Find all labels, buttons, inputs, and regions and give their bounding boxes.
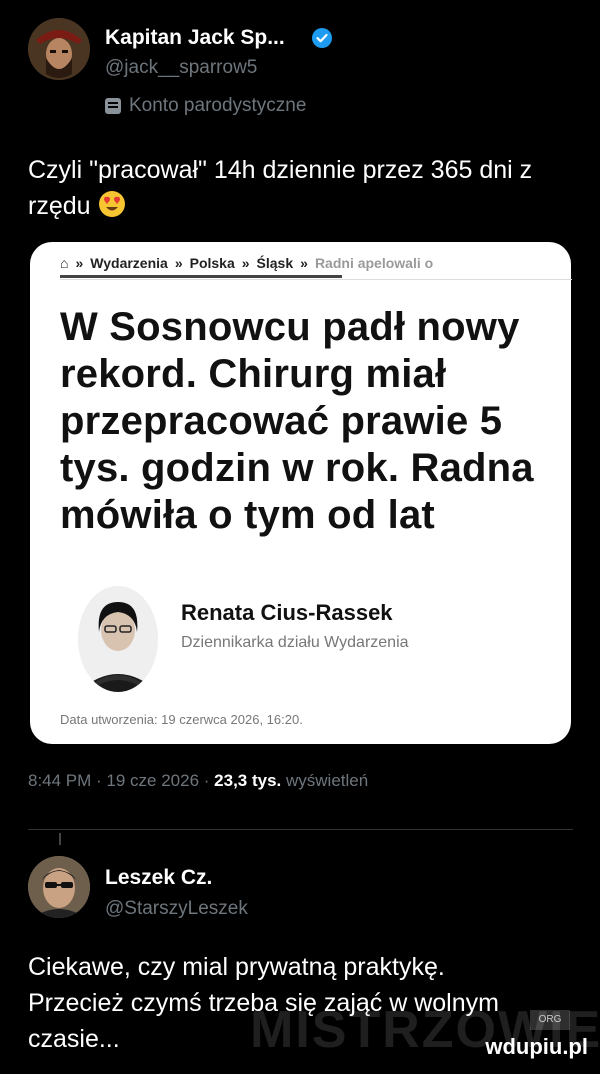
parody-label-text: Konto parodystyczne xyxy=(129,95,307,116)
author-handle[interactable]: @StarszyLeszek xyxy=(105,898,248,920)
parody-icon xyxy=(105,98,121,114)
watermark-org: ORG xyxy=(530,1010,570,1030)
tweet-text-word: rzędu xyxy=(28,192,91,220)
journalist-photo xyxy=(78,586,158,692)
view-count: 23,3 tys. xyxy=(214,771,282,790)
breadcrumb-item: Wydarzenia xyxy=(90,255,168,271)
tweet-text-line: rzędu xyxy=(28,188,588,224)
divider xyxy=(28,829,573,830)
avatar[interactable] xyxy=(28,18,90,80)
author-handle[interactable]: @jack__sparrow5 xyxy=(105,57,257,79)
breadcrumb-item: Śląsk xyxy=(256,255,294,271)
breadcrumb-current: Radni apelowali o xyxy=(314,255,434,271)
headline-line: tys. godzin w rok. Radna xyxy=(60,446,534,490)
author-name[interactable]: Kapitan Jack Sp... xyxy=(105,26,285,50)
journalist-name: Renata Cius-Rassek xyxy=(181,600,393,625)
breadcrumb-separator: » xyxy=(241,255,250,271)
avatar-image xyxy=(28,18,90,80)
article-headline: W Sosnowcu padł nowy rekord. Chirurg mia… xyxy=(60,304,565,539)
breadcrumb-separator: » xyxy=(300,255,308,271)
headline-line: rekord. Chirurg miał xyxy=(60,352,447,396)
site-watermark: wdupiu.pl xyxy=(485,1034,588,1059)
home-icon: ⌂ xyxy=(60,255,69,271)
breadcrumb-underline xyxy=(60,275,342,278)
tweet-timestamp[interactable]: 8:44 PM · 19 cze 2026 · xyxy=(28,771,214,790)
headline-line: mówiła o tym od lat xyxy=(60,493,435,537)
headline-line: W Sosnowcu padł nowy xyxy=(60,305,520,349)
article-date: Data utworzenia: 19 czerwca 2026, 16:20. xyxy=(60,712,303,727)
tweet-meta: 8:44 PM · 19 cze 2026 · 23,3 tys. wyświe… xyxy=(28,771,368,791)
breadcrumb-item: Polska xyxy=(189,255,235,271)
verified-badge-icon xyxy=(312,28,332,48)
breadcrumb-rule xyxy=(60,279,572,280)
avatar[interactable] xyxy=(28,856,90,918)
view-count-label: wyświetleń xyxy=(281,771,369,790)
avatar-image xyxy=(28,856,90,918)
parody-label: Konto parodystyczne xyxy=(105,95,306,117)
tweet-text: Czyli "pracował" 14h dziennie przez 365 … xyxy=(28,152,588,224)
headline-line: przepracować prawie 5 xyxy=(60,399,503,443)
journalist-role: Dziennikarka działu Wydarzenia xyxy=(181,634,409,651)
heart-eyes-emoji-icon xyxy=(98,191,125,217)
tweet-text-line: Czyli "pracował" 14h dziennie przez 365 … xyxy=(28,156,533,184)
tweet-text-line: Ciekawe, czy mial prywatną praktykę. xyxy=(28,953,445,981)
breadcrumb-separator: » xyxy=(75,255,84,271)
breadcrumb: ⌂ » Wydarzenia » Polska » Śląsk » Radni … xyxy=(60,255,433,271)
link-card[interactable]: ⌂ » Wydarzenia » Polska » Śląsk » Radni … xyxy=(30,242,572,744)
thread-line xyxy=(59,833,61,845)
breadcrumb-separator: » xyxy=(174,255,183,271)
author-name[interactable]: Leszek Cz. xyxy=(105,866,212,890)
